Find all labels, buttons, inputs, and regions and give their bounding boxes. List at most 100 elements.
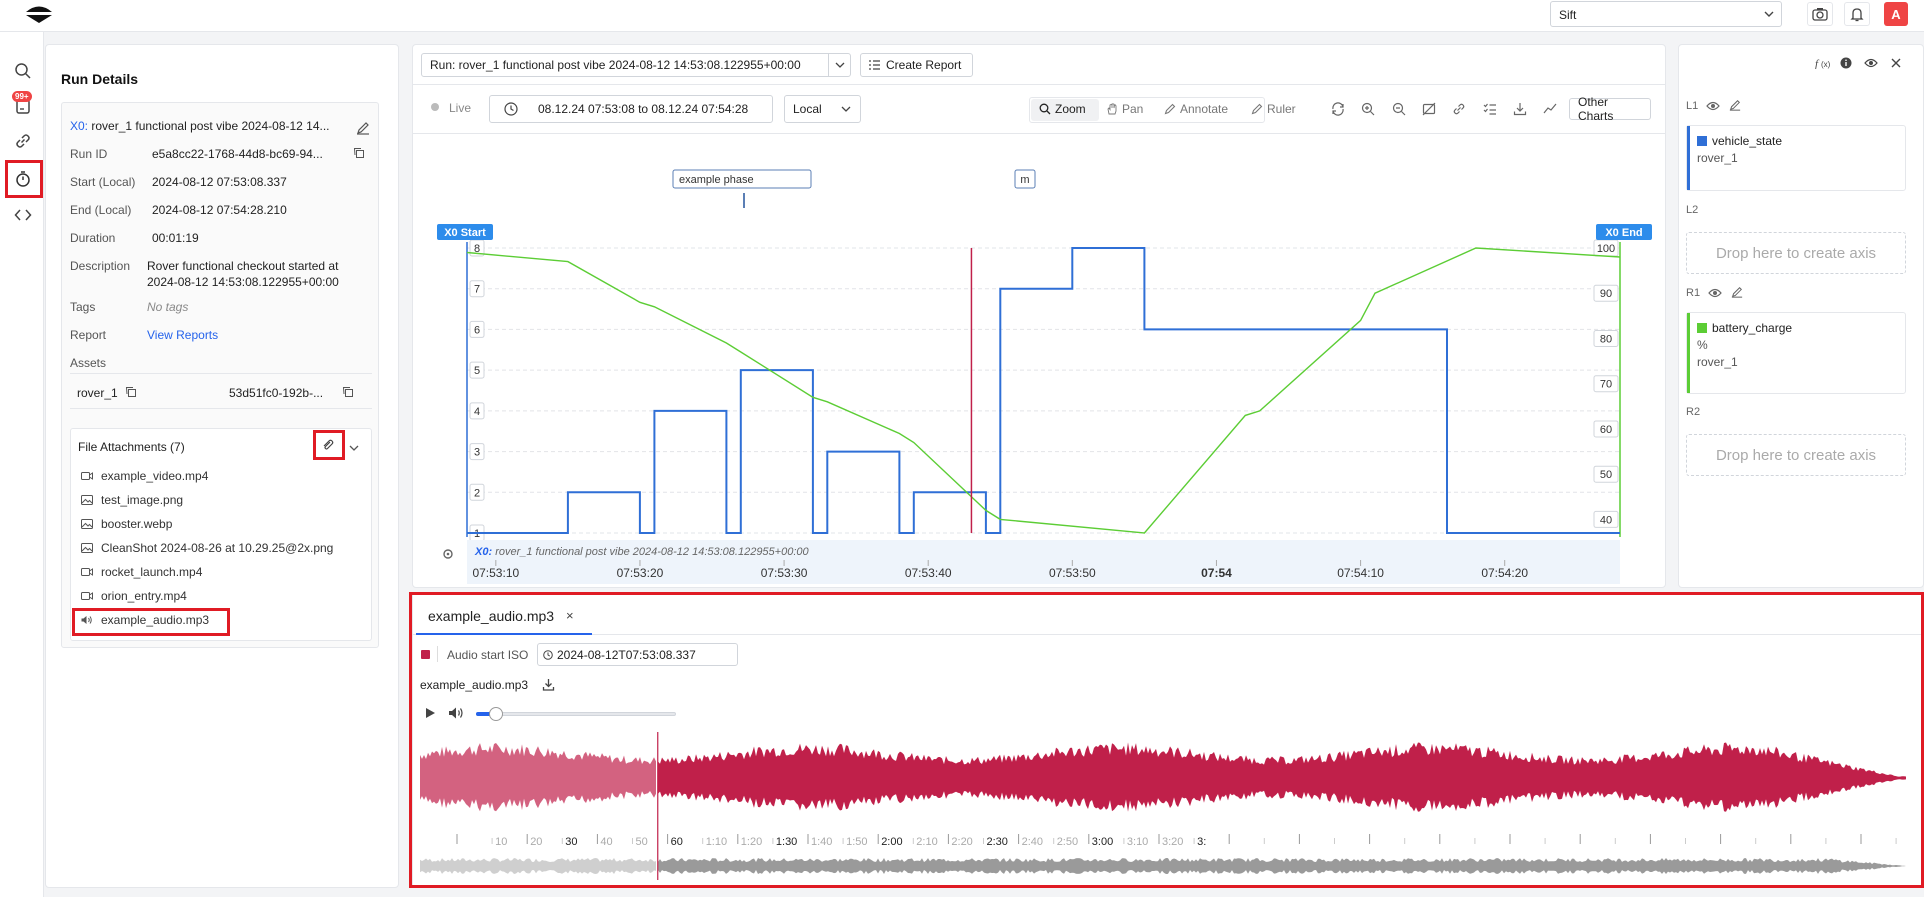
attachment-item[interactable]: orion_entry.mp4 — [81, 589, 187, 603]
volume-button[interactable] — [448, 706, 466, 720]
edit-run-button[interactable] — [356, 121, 370, 135]
close-panel-button[interactable] — [1891, 58, 1901, 68]
other-charts-button[interactable]: Other Charts — [1569, 95, 1651, 123]
eye-icon — [1706, 101, 1720, 111]
volume-slider-thumb[interactable] — [489, 707, 503, 721]
audio-tab-close[interactable]: × — [566, 608, 574, 623]
axis-l1-card[interactable]: vehicle_state rover_1 — [1686, 125, 1906, 191]
chevron-down-icon — [840, 103, 852, 115]
attachment-item[interactable]: example_video.mp4 — [81, 469, 208, 483]
axis-l2-drop-zone[interactable]: Drop here to create axis — [1686, 232, 1906, 274]
end-value: 2024-08-12 07:54:28.210 — [152, 203, 287, 217]
view-reports-link[interactable]: View Reports — [147, 328, 218, 342]
attachment-name: rocket_launch.mp4 — [101, 565, 203, 579]
live-toggle[interactable]: Live — [449, 101, 471, 115]
attach-file-button[interactable] — [321, 438, 335, 452]
vehicle_state-series-line[interactable] — [467, 247, 1620, 534]
zoom-in-button[interactable] — [1361, 102, 1375, 116]
sift-logo[interactable] — [24, 3, 54, 25]
axis-r1-color-bar — [1687, 313, 1690, 393]
timeline-label: 3:20 — [1162, 836, 1183, 848]
copy-asset-name-button[interactable] — [125, 386, 137, 398]
zoom-tool[interactable]: Zoom — [1039, 102, 1086, 116]
zoom-out-button[interactable] — [1392, 102, 1406, 116]
stopwatch-icon — [14, 170, 32, 188]
camera-button[interactable] — [1807, 2, 1833, 26]
timeline-label: 1:50 — [846, 836, 867, 848]
organization-select[interactable]: Sift — [1550, 1, 1782, 27]
l1-visibility-button[interactable] — [1706, 101, 1720, 111]
run-select-value: Run: rover_1 functional post vibe 2024-0… — [430, 58, 801, 72]
audio-start-input[interactable]: 2024-08-12T07:53:08.337 — [537, 643, 738, 666]
user-avatar[interactable]: A — [1884, 2, 1908, 26]
attachment-item[interactable]: example_audio.mp3 — [81, 613, 209, 627]
waveform-played — [420, 743, 656, 812]
download-icon — [542, 678, 555, 691]
file-attachments-box — [70, 428, 372, 641]
run-strip-label: X0: rover_1 functional post vibe 2024-08… — [474, 546, 810, 558]
chevron-down-icon — [828, 54, 850, 76]
notifications-button[interactable] — [1844, 2, 1870, 26]
x-tick-label: 07:54:20 — [1481, 566, 1528, 580]
code-icon — [14, 206, 32, 224]
download-button[interactable] — [1513, 102, 1527, 116]
image-icon — [81, 519, 93, 529]
attachment-item[interactable]: booster.webp — [81, 517, 172, 531]
reset-zoom-button[interactable] — [1331, 102, 1345, 116]
audio-tab[interactable]: example_audio.mp3 × — [416, 598, 592, 635]
info-icon — [1840, 57, 1852, 69]
axis-r2-drop-zone[interactable]: Drop here to create axis — [1686, 434, 1906, 476]
timezone-value: Local — [793, 102, 822, 116]
attachment-item[interactable]: rocket_launch.mp4 — [81, 565, 202, 579]
axis-r1-card[interactable]: battery_charge % rover_1 — [1686, 312, 1906, 394]
ruler-tool[interactable]: Ruler — [1251, 102, 1296, 116]
visibility-button[interactable] — [1864, 58, 1878, 68]
timeline-label: 2:10 — [916, 836, 937, 848]
timeline-label: 1:30 — [776, 836, 797, 848]
download-audio-button[interactable] — [542, 678, 555, 691]
l1-edit-button[interactable] — [1729, 99, 1741, 111]
nav-runs[interactable] — [8, 164, 38, 194]
phase-annotation-label: example phase — [679, 174, 754, 186]
image-icon — [81, 495, 93, 505]
play-button[interactable] — [424, 707, 436, 719]
r1-asset: rover_1 — [1697, 355, 1738, 369]
timeline-label: 2:00 — [881, 836, 902, 848]
volume-slider-track[interactable] — [476, 712, 676, 716]
nav-links[interactable] — [8, 126, 38, 156]
audio-start-label: Audio start ISO — [447, 648, 529, 662]
time-series-chart[interactable]: 12345678405060708090100X0 Start X0 Endexa… — [412, 140, 1666, 586]
link-button[interactable] — [1452, 102, 1466, 116]
l1-channel-name: vehicle_state — [1712, 134, 1783, 148]
hide-annotations-button[interactable] — [1422, 102, 1436, 116]
timeline-label: 1:20 — [741, 836, 762, 848]
annotate-tool[interactable]: Annotate — [1164, 102, 1228, 116]
pan-tool[interactable]: Pan — [1106, 102, 1143, 116]
attachment-name: test_image.png — [101, 493, 184, 507]
timezone-select[interactable]: Local — [784, 95, 861, 123]
axis-r1-label: R1 — [1686, 287, 1701, 299]
checklist-button[interactable] — [1483, 102, 1497, 116]
time-range-picker[interactable]: 08.12.24 07:53:08 to 08.12.24 07:54:28 — [489, 95, 773, 123]
attachment-item[interactable]: CleanShot 2024-08-26 at 10.29.25@2x.png — [81, 541, 333, 555]
formula-button[interactable]: f (x) — [1815, 57, 1833, 69]
minimap-played — [420, 858, 656, 874]
copy-run-id-button[interactable] — [353, 147, 365, 159]
r1-visibility-button[interactable] — [1708, 288, 1722, 298]
nav-search[interactable] — [8, 56, 38, 86]
create-report-button[interactable]: Create Report — [860, 53, 973, 77]
info-button[interactable] — [1840, 57, 1852, 69]
timeline-label: 50 — [636, 836, 648, 848]
left-tick-label: 7 — [474, 284, 480, 296]
timeline-label: 1:40 — [811, 836, 832, 848]
copy-asset-id-button[interactable] — [342, 386, 354, 398]
duration-value: 00:01:19 — [152, 231, 199, 245]
trend-button[interactable] — [1543, 102, 1557, 116]
run-select[interactable]: Run: rover_1 functional post vibe 2024-0… — [421, 53, 851, 77]
nav-code[interactable] — [8, 200, 38, 230]
audio-waveform[interactable]: 10 20 30 40 50 60 1:10 1:20 1:30 1:40 1:50 2:00 2:10… — [420, 730, 1906, 880]
run-id-label: Run ID — [70, 147, 108, 161]
collapse-attachments-button[interactable] — [348, 442, 360, 454]
attachment-item[interactable]: test_image.png — [81, 493, 183, 507]
r1-edit-button[interactable] — [1731, 286, 1743, 298]
